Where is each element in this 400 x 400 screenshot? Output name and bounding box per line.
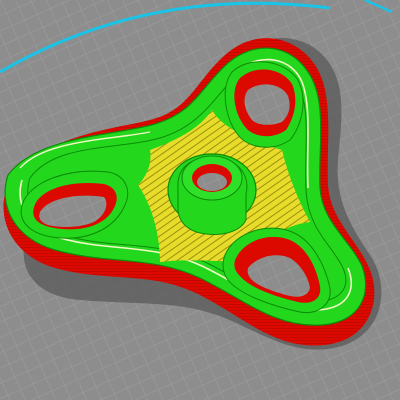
print-preview-viewport[interactable] <box>0 0 400 400</box>
toolpath-canvas[interactable] <box>0 0 400 400</box>
center-hub-bore <box>197 173 227 191</box>
top-hole-opening <box>244 84 290 125</box>
